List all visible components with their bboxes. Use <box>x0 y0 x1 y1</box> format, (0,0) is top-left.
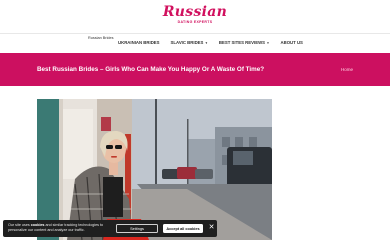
menu-item-label: SLAVIC BRIDES <box>170 40 204 45</box>
chevron-down-icon: ▼ <box>204 40 208 45</box>
main-menu: UKRAINIAN BRIDES SLAVIC BRIDES ▼ BEST SI… <box>118 40 303 45</box>
menu-item-best-sites-reviews[interactable]: BEST SITES REVIEWS ▼ <box>219 40 270 45</box>
nav-breadcrumb[interactable]: Russian Brides <box>88 36 114 40</box>
page-title: Best Russian Brides – Girls Who Can Make… <box>37 66 265 73</box>
accept-cookies-button[interactable]: Accept all cookies <box>163 224 203 233</box>
menu-item-label: ABOUT US <box>280 40 303 45</box>
breadcrumb-home-link[interactable]: Home <box>341 67 353 72</box>
cookie-message: Our site uses cookies and similar tracki… <box>8 223 108 233</box>
menu-item-slavic-brides[interactable]: SLAVIC BRIDES ▼ <box>171 40 208 45</box>
menu-item-about-us[interactable]: ABOUT US <box>280 40 302 45</box>
cookie-message-emphasis: cookies <box>30 223 45 227</box>
cookie-message-start: Our site uses <box>8 223 31 227</box>
article-hero-image <box>37 99 272 240</box>
site-logo[interactable]: Russian dating experts <box>0 4 390 30</box>
logo-wordmark: Russian <box>162 4 228 20</box>
logo-tagline: dating experts <box>177 20 213 24</box>
header-divider <box>0 33 390 34</box>
chevron-down-icon: ▼ <box>266 40 270 45</box>
menu-item-ukrainian-brides[interactable]: UKRAINIAN BRIDES <box>118 40 160 45</box>
cookie-consent-bar: Our site uses cookies and similar tracki… <box>3 220 217 237</box>
menu-item-label: BEST SITES REVIEWS <box>218 40 265 45</box>
close-icon[interactable]: ✕ <box>208 223 215 233</box>
menu-item-label: UKRAINIAN BRIDES <box>118 40 160 45</box>
cookie-settings-button[interactable]: Settings <box>116 224 158 233</box>
